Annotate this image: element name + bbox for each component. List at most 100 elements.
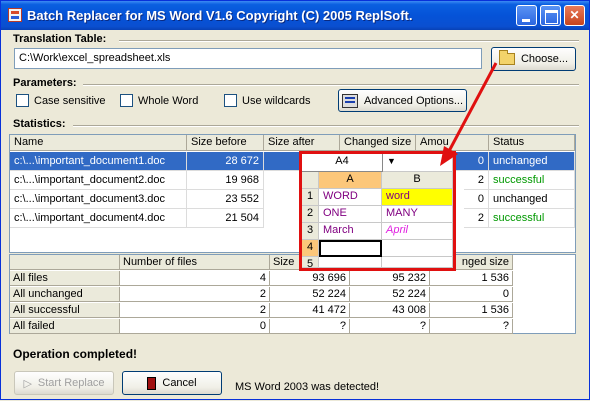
advanced-options-label: Advanced Options...: [363, 94, 464, 107]
column-header-amount[interactable]: Amou: [416, 135, 489, 151]
summary-count: 4: [120, 271, 270, 286]
window-title: Batch Replacer for MS Word V1.6 Copyrigh…: [27, 8, 413, 23]
cell-status: successful: [489, 171, 575, 190]
row-header[interactable]: 1: [302, 189, 319, 206]
case-sensitive-label: Case sensitive: [34, 94, 106, 107]
excel-cell-active[interactable]: [319, 240, 382, 257]
chevron-down-icon[interactable]: ▼: [387, 156, 396, 166]
cancel-button[interactable]: Cancel: [122, 371, 222, 395]
app-icon: [8, 8, 22, 22]
cell-status: successful: [489, 209, 575, 228]
cell-size-before: 21 504: [187, 209, 264, 228]
summary-header-count: Number of files: [120, 255, 270, 270]
cancel-label: Cancel: [162, 377, 197, 389]
column-header-name[interactable]: Name: [10, 135, 187, 151]
row-header[interactable]: 2: [302, 206, 319, 223]
summary-changed: ?: [430, 319, 513, 334]
excel-cell[interactable]: word: [382, 189, 453, 206]
summary-corner: [10, 255, 120, 270]
choose-label: Choose...: [520, 53, 569, 65]
column-header-changed-size[interactable]: Changed size: [340, 135, 416, 151]
summary-size-after: ?: [350, 319, 430, 334]
excel-cell[interactable]: [319, 257, 382, 268]
column-header-b[interactable]: B: [382, 172, 453, 189]
excel-cell[interactable]: March: [319, 223, 382, 240]
play-icon: ▷: [23, 377, 32, 390]
use-wildcards-checkbox[interactable]: Use wildcards: [224, 94, 310, 107]
checkbox-box[interactable]: [16, 94, 29, 107]
summary-size-after: 52 224: [350, 287, 430, 302]
cell-name: c:\...\important_document1.doc: [10, 152, 187, 171]
cell-name: c:\...\important_document3.doc: [10, 190, 187, 209]
name-box-dropdown[interactable]: ▼: [383, 154, 453, 172]
use-wildcards-label: Use wildcards: [242, 94, 311, 107]
start-replace-label: Start Replace: [37, 377, 105, 389]
cell-size-before: 23 552: [187, 190, 264, 209]
summary-changed: 1 536: [430, 271, 513, 286]
row-header[interactable]: 5: [302, 257, 319, 268]
main-window: Batch Replacer for MS Word V1.6 Copyrigh…: [0, 0, 590, 400]
cell-status: unchanged: [489, 190, 575, 209]
summary-row-label: All unchanged: [10, 287, 120, 302]
summary-size-before: 52 224: [270, 287, 350, 302]
parameters-label: Parameters:: [13, 77, 77, 89]
whole-word-label: Whole Word: [138, 94, 199, 107]
column-header-size-after[interactable]: Size after: [264, 135, 340, 151]
summary-changed: 0: [430, 287, 513, 302]
row-header[interactable]: 3: [302, 223, 319, 240]
summary-size-before: ?: [270, 319, 350, 334]
summary-row-label: All files: [10, 271, 120, 286]
column-header-status[interactable]: Status: [489, 135, 575, 151]
excel-cell[interactable]: WORD: [319, 189, 382, 206]
cell-name: c:\...\important_document2.doc: [10, 171, 187, 190]
summary-table: Number of files Size nged size All files…: [9, 254, 576, 334]
whole-word-checkbox[interactable]: Whole Word: [120, 94, 198, 107]
excel-cell[interactable]: [382, 257, 453, 268]
group-divider: [119, 40, 579, 42]
group-divider: [73, 125, 579, 127]
excel-cell[interactable]: April: [382, 223, 453, 240]
summary-row-label: All failed: [10, 319, 120, 334]
choose-button[interactable]: Choose...: [491, 47, 576, 71]
column-header-size-before[interactable]: Size before: [187, 135, 264, 151]
maximize-button[interactable]: [540, 5, 561, 26]
summary-size-before: 41 472: [270, 303, 350, 318]
summary-count: 2: [120, 287, 270, 302]
cell-amount: 0: [464, 190, 489, 209]
statistics-table[interactable]: Name Size before Size after Changed size…: [9, 134, 576, 253]
case-sensitive-checkbox[interactable]: Case sensitive: [16, 94, 106, 107]
stop-icon: [147, 376, 157, 390]
cell-amount: 0: [464, 152, 489, 171]
excel-cell[interactable]: ONE: [319, 206, 382, 223]
title-bar[interactable]: Batch Replacer for MS Word V1.6 Copyrigh…: [1, 1, 589, 30]
summary-size-after: 43 008: [350, 303, 430, 318]
operation-status: Operation completed!: [13, 347, 138, 361]
cell-amount: 2: [464, 209, 489, 228]
summary-changed: 1 536: [430, 303, 513, 318]
checkbox-box[interactable]: [224, 94, 237, 107]
translation-table-path-input[interactable]: C:\Work\excel_spreadsheet.xls: [14, 48, 482, 69]
name-box[interactable]: A4: [302, 154, 383, 172]
minimize-button[interactable]: [516, 5, 537, 26]
advanced-options-button[interactable]: Advanced Options...: [338, 89, 467, 112]
summary-size-after: 95 232: [350, 271, 430, 286]
corner-cell: [302, 172, 319, 189]
word-detected-message: MS Word 2003 was detected!: [235, 381, 380, 393]
row-header[interactable]: 4: [302, 240, 319, 257]
close-button[interactable]: ✕: [564, 5, 585, 26]
excel-cell[interactable]: [382, 240, 453, 257]
cell-size-before: 28 672: [187, 152, 264, 171]
excel-cell[interactable]: MANY: [382, 206, 453, 223]
summary-row-label: All successful: [10, 303, 120, 318]
settings-icon: [341, 93, 358, 108]
group-divider: [83, 84, 579, 86]
statistics-label: Statistics:: [13, 118, 66, 130]
excel-preview-overlay: A4 ▼ A B 1 WORD word 2 ONE MANY 3 March …: [299, 151, 456, 271]
start-replace-button[interactable]: ▷ Start Replace: [14, 371, 114, 395]
cell-name: c:\...\important_document4.doc: [10, 209, 187, 228]
checkbox-box[interactable]: [120, 94, 133, 107]
cell-size-before: 19 968: [187, 171, 264, 190]
column-header-a[interactable]: A: [319, 172, 382, 189]
cell-amount: 2: [464, 171, 489, 190]
cell-status: unchanged: [489, 152, 575, 171]
